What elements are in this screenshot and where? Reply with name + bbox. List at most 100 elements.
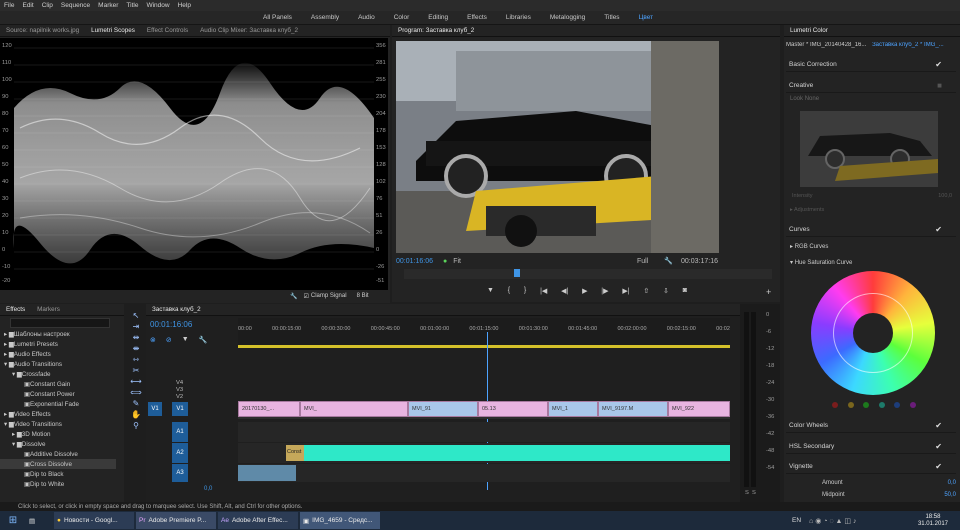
track-target-v1[interactable]: V1: [172, 402, 188, 416]
tree-folder[interactable]: ▾ ▆ Crossfade: [0, 369, 116, 379]
checkbox-icon[interactable]: ✔: [935, 60, 942, 69]
menu-window[interactable]: Window: [146, 2, 169, 9]
color-wheels-section[interactable]: Color Wheels ✔: [786, 419, 956, 433]
menu-edit[interactable]: Edit: [22, 2, 33, 9]
video-track-v1[interactable]: 20170130_... MVI_ MVI_91 05.13 MVI_1 MVI…: [238, 401, 730, 419]
tab-source[interactable]: Source: napilnik works.jpg: [6, 27, 79, 34]
step-forward-icon[interactable]: |▶: [601, 287, 608, 297]
curves-section[interactable]: Curves ✔: [786, 223, 956, 237]
hsl-secondary-section[interactable]: HSL Secondary ✔: [786, 440, 956, 454]
razor-icon[interactable]: ✂: [133, 365, 140, 376]
ws-titles[interactable]: Titles: [604, 14, 619, 21]
ws-assembly[interactable]: Assembly: [311, 14, 339, 21]
ws-audio[interactable]: Audio: [358, 14, 375, 21]
hand-icon[interactable]: ✋: [131, 409, 141, 420]
video-clip[interactable]: MVI_9197.M: [598, 401, 668, 417]
midpoint-row[interactable]: Midpoint 50,0: [822, 492, 956, 498]
menu-marker[interactable]: Marker: [98, 2, 118, 9]
yellow-swatch-icon[interactable]: [847, 402, 854, 408]
tray-icons[interactable]: ⌂ ◉ ◔ ◌ ▲ ◫ ♪: [809, 517, 856, 525]
source-patch-v1[interactable]: V1: [148, 402, 162, 416]
marker-icon[interactable]: ▼: [182, 336, 189, 344]
add-button-icon[interactable]: +: [766, 287, 771, 297]
ws-metalogging[interactable]: Metalogging: [550, 14, 585, 21]
menu-clip[interactable]: Clip: [42, 2, 53, 9]
step-back-icon[interactable]: ◀|: [561, 287, 568, 297]
timeline-timecode[interactable]: 00:01:16:06: [150, 320, 192, 329]
play-icon[interactable]: ▶: [582, 287, 587, 297]
tab-markers[interactable]: Markers: [37, 306, 60, 313]
blue-swatch-icon[interactable]: [894, 402, 901, 408]
amount-row[interactable]: Amount 0,0: [822, 480, 956, 486]
rate-stretch-icon[interactable]: ⇿: [133, 354, 140, 365]
solo-left-button[interactable]: S: [745, 490, 749, 496]
taskbar-chrome[interactable]: ● Новости - Googl...: [54, 512, 134, 529]
solo-right-button[interactable]: S: [752, 490, 756, 496]
lift-icon[interactable]: ⇧: [643, 287, 649, 297]
tree-folder[interactable]: ▸ ▆ Шаблоны настроек: [0, 329, 116, 339]
tree-item[interactable]: ▣ Exponential Fade: [0, 399, 116, 409]
taskbar-media-viewer[interactable]: ▣ IMG_4659 - Средс...: [300, 512, 380, 529]
tree-item[interactable]: ▣ Dip to Black: [0, 469, 116, 479]
track-target-a2[interactable]: A2: [172, 443, 188, 463]
ws-effects[interactable]: Effects: [467, 14, 487, 21]
checkbox-icon[interactable]: ✔: [935, 462, 942, 471]
green-swatch-icon[interactable]: [863, 402, 870, 408]
go-to-in-icon[interactable]: |◀: [540, 287, 547, 297]
tree-item[interactable]: ▣ Constant Gain: [0, 379, 116, 389]
magenta-swatch-icon[interactable]: [909, 402, 916, 408]
lumetri-clip-selector[interactable]: Master * IMG_20140428_16... Заставка клу…: [786, 42, 956, 48]
taskbar-after-effects[interactable]: Ae Adobe After Effec...: [218, 512, 298, 529]
transition-clip[interactable]: Const: [286, 445, 304, 461]
adjustments-row[interactable]: ▸ Adjustments: [790, 207, 824, 213]
master-volume-value[interactable]: 0,0: [204, 486, 212, 492]
amount-value[interactable]: 0,0: [948, 480, 956, 486]
red-swatch-icon[interactable]: [832, 402, 838, 408]
tree-folder[interactable]: ▸ ▆ Lumetri Presets: [0, 339, 116, 349]
add-marker-icon[interactable]: ▼: [487, 287, 494, 297]
ws-color[interactable]: Color: [394, 14, 410, 21]
explorer-icon[interactable]: ▤: [26, 512, 52, 529]
tree-item-selected[interactable]: ▣ Cross Dissolve: [0, 459, 116, 469]
menu-file[interactable]: File: [4, 2, 14, 9]
extract-icon[interactable]: ⇩: [663, 287, 669, 297]
cyan-swatch-icon[interactable]: [878, 402, 885, 408]
ws-all-panels[interactable]: All Panels: [263, 14, 292, 21]
track-target-a1[interactable]: A1: [172, 422, 188, 442]
work-area-bar[interactable]: [238, 345, 730, 348]
video-clip[interactable]: MVI_1: [548, 401, 598, 417]
checkbox-icon[interactable]: ■: [937, 81, 942, 90]
intensity-row[interactable]: Intensity 100,0: [792, 193, 952, 199]
tab-lumetri-scopes[interactable]: Lumetri Scopes: [91, 27, 135, 34]
track-target-a3[interactable]: A3: [172, 464, 188, 482]
link-icon[interactable]: ⊘: [166, 336, 172, 344]
creative-section[interactable]: Creative ■: [786, 79, 956, 93]
tab-lumetri-color[interactable]: Lumetri Color: [790, 27, 828, 34]
tree-folder[interactable]: ▾ ▆ Dissolve: [0, 439, 116, 449]
mark-out-icon[interactable]: }: [524, 287, 526, 297]
video-clip[interactable]: MVI_922: [668, 401, 730, 417]
menu-sequence[interactable]: Sequence: [61, 2, 90, 9]
tree-folder[interactable]: ▸ ▆ Audio Effects: [0, 349, 116, 359]
tree-folder[interactable]: ▾ ▆ Video Transitions: [0, 419, 116, 429]
snap-icon[interactable]: ⊗: [150, 336, 156, 344]
playhead-marker[interactable]: [514, 269, 520, 277]
slip-icon[interactable]: ⟷: [130, 376, 141, 387]
mark-in-icon[interactable]: {: [508, 287, 510, 297]
video-clip[interactable]: 05.13: [478, 401, 548, 417]
menu-title[interactable]: Title: [126, 2, 138, 9]
go-to-out-icon[interactable]: ▶|: [622, 287, 629, 297]
look-row[interactable]: Look None: [790, 96, 819, 102]
video-clip[interactable]: 20170130_...: [238, 401, 300, 417]
tree-item[interactable]: ▣ Constant Power: [0, 389, 116, 399]
rgb-curves-row[interactable]: ▸ RGB Curves: [790, 243, 828, 250]
fit-select[interactable]: Fit: [453, 258, 461, 265]
tab-audio-clip-mixer[interactable]: Audio Clip Mixer: Заставка клуб_2: [200, 27, 298, 34]
language-indicator[interactable]: EN: [792, 517, 801, 524]
start-button-icon[interactable]: ⊞: [0, 515, 26, 526]
vignette-section[interactable]: Vignette ✔: [786, 460, 956, 474]
program-scrubber[interactable]: [404, 269, 772, 279]
zoom-icon[interactable]: ⚲: [133, 420, 139, 431]
checkbox-icon[interactable]: ✔: [935, 442, 942, 451]
ws-tsvet[interactable]: Цвет: [639, 14, 654, 21]
